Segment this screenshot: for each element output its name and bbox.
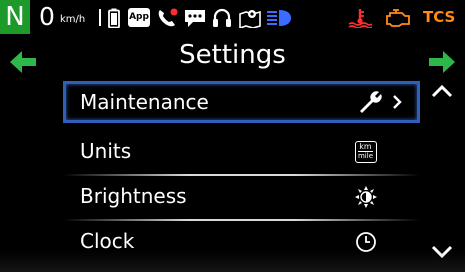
battery-icon [108,8,120,28]
km-mile-icon: km mile [355,141,377,163]
app-badge-label: App [129,12,149,22]
status-separator [99,9,101,26]
phone-icon [158,8,178,27]
menu-item-label: Brightness [80,184,187,208]
km-mile-icon-bottom: mile [357,152,373,160]
chevron-right-icon [393,95,402,109]
brightness-icon [355,186,377,208]
menu-item-maintenance[interactable]: Maintenance [63,81,420,123]
navigation-icon [239,10,261,28]
engine-check-icon [386,9,410,27]
app-icon: App [128,8,150,27]
speed-unit: km/h [60,14,86,25]
menu-item-brightness[interactable]: Brightness [63,176,420,216]
background-floor-gradient [0,250,465,272]
tcs-indicator: TCS [423,8,456,26]
km-mile-icon-top: km [359,142,372,151]
headlight-icon [267,10,291,26]
headset-icon [213,8,231,27]
page-title: Settings [179,40,286,70]
status-bar: N 0 km/h App TCS [0,0,465,34]
speed-value: 0 [39,2,55,31]
message-icon [185,10,205,27]
gear-indicator: N [0,0,30,34]
wrench-icon [360,91,382,113]
menu-item-units[interactable]: Units km mile [63,131,420,171]
scroll-up-icon[interactable] [431,84,453,98]
menu-item-label: Maintenance [80,90,209,114]
coolant-temp-icon [348,9,372,28]
menu-item-label: Units [80,139,132,163]
